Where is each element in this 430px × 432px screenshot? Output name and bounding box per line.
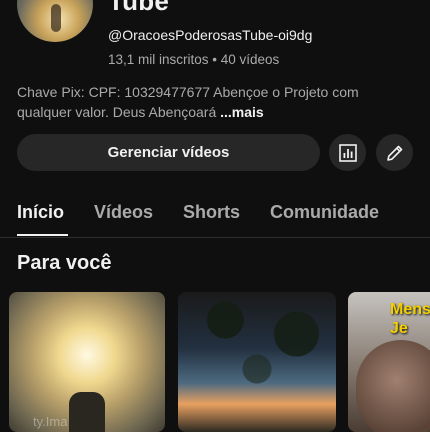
tab-videos[interactable]: Vídeos [94,202,153,223]
more-link[interactable]: ...mais [220,104,264,120]
tab-shorts[interactable]: Shorts [183,202,240,223]
video-thumbnail[interactable] [178,292,336,432]
active-tab-indicator [17,234,68,236]
thumbnail-watermark: ty.Ima [33,414,68,429]
edit-channel-button[interactable] [376,134,413,171]
analytics-button[interactable] [329,134,366,171]
pencil-icon [386,145,402,161]
tab-comunidade[interactable]: Comunidade [270,202,379,223]
channel-handle: @OracoesPoderosasTube-oi9dg [108,27,313,43]
channel-stats: 13,1 mil inscritos • 40 vídeos [108,52,280,67]
analytics-icon [338,143,357,162]
channel-description[interactable]: Chave Pix: CPF: 10329477677 Abençoe o Pr… [17,82,417,122]
face-image [356,340,430,432]
description-text: Chave Pix: CPF: 10329477677 Abençoe o Pr… [17,84,359,120]
manage-videos-button[interactable]: Gerenciar vídeos [17,134,320,171]
tab-inicio[interactable]: Início [17,202,64,223]
tree-silhouette [178,292,336,432]
video-thumbnail[interactable]: ty.Ima [9,292,165,432]
thumbnail-caption: Mens o Je [390,301,430,337]
channel-tabs: Início Vídeos Shorts Comunidade [0,196,430,238]
figure-silhouette [69,392,105,432]
section-title: Para você [17,252,112,274]
channel-title: Tube [108,0,169,16]
video-thumbnail[interactable]: Mens o Je [348,292,430,432]
channel-avatar[interactable] [17,0,93,42]
